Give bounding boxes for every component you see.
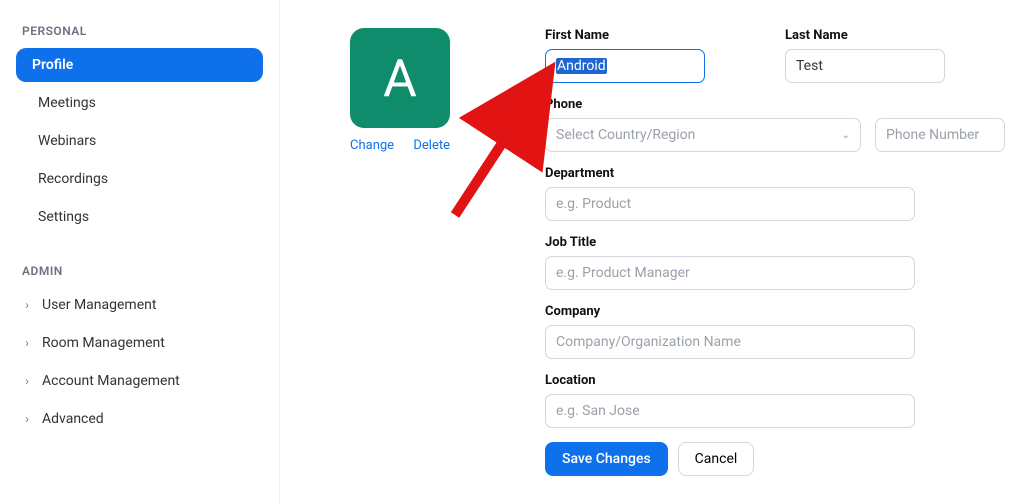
- sidebar-item-label: Settings: [38, 209, 89, 225]
- sidebar: PERSONAL Profile Meetings Webinars Recor…: [0, 0, 280, 504]
- sidebar-item-label: User Management: [42, 297, 156, 313]
- chevron-right-icon: ›: [20, 298, 34, 312]
- avatar-delete-link[interactable]: Delete: [413, 138, 450, 153]
- sidebar-item-advanced[interactable]: › Advanced: [16, 402, 263, 436]
- sidebar-item-label: Room Management: [42, 335, 165, 351]
- avatar-initial: A: [383, 48, 417, 109]
- last-name-field-wrap: Last Name: [785, 28, 1005, 83]
- sidebar-item-label: Webinars: [38, 133, 96, 149]
- save-changes-button[interactable]: Save Changes: [545, 442, 668, 476]
- sidebar-heading-admin: ADMIN: [22, 264, 257, 278]
- phone-number-input[interactable]: [875, 118, 1005, 152]
- first-name-field-wrap: First Name Android: [545, 28, 765, 83]
- sidebar-heading-personal: PERSONAL: [22, 24, 257, 38]
- avatar-section: A Change Delete: [350, 28, 460, 153]
- chevron-right-icon: ›: [20, 336, 34, 350]
- chevron-down-icon: ⌄: [842, 130, 850, 141]
- chevron-right-icon: ›: [20, 374, 34, 388]
- first-name-label: First Name: [545, 28, 765, 43]
- phone-label: Phone: [545, 97, 1005, 112]
- department-input[interactable]: [545, 187, 915, 221]
- sidebar-item-label: Advanced: [42, 411, 104, 427]
- sidebar-item-meetings[interactable]: Meetings: [16, 86, 263, 120]
- last-name-input[interactable]: [785, 49, 945, 83]
- sidebar-item-label: Account Management: [42, 373, 180, 389]
- job-title-input[interactable]: [545, 256, 915, 290]
- profile-form: First Name Android Last Name Phone Selec…: [545, 28, 1005, 476]
- sidebar-item-label: Recordings: [38, 171, 108, 187]
- first-name-input[interactable]: Android: [545, 49, 705, 83]
- sidebar-item-account-management[interactable]: › Account Management: [16, 364, 263, 398]
- department-label: Department: [545, 166, 1005, 181]
- chevron-right-icon: ›: [20, 412, 34, 426]
- avatar-change-link[interactable]: Change: [350, 138, 394, 153]
- phone-country-select[interactable]: Select Country/Region ⌄: [545, 118, 861, 152]
- phone-country-placeholder: Select Country/Region: [556, 127, 695, 143]
- avatar[interactable]: A: [350, 28, 450, 128]
- sidebar-item-label: Meetings: [38, 95, 96, 111]
- cancel-button[interactable]: Cancel: [678, 442, 755, 476]
- company-label: Company: [545, 304, 1005, 319]
- job-title-label: Job Title: [545, 235, 1005, 250]
- location-input[interactable]: [545, 394, 915, 428]
- last-name-label: Last Name: [785, 28, 1005, 43]
- sidebar-item-recordings[interactable]: Recordings: [16, 162, 263, 196]
- sidebar-item-settings[interactable]: Settings: [16, 200, 263, 234]
- location-label: Location: [545, 373, 1005, 388]
- sidebar-item-user-management[interactable]: › User Management: [16, 288, 263, 322]
- sidebar-item-label: Profile: [32, 57, 73, 73]
- sidebar-item-room-management[interactable]: › Room Management: [16, 326, 263, 360]
- sidebar-item-profile[interactable]: Profile: [16, 48, 263, 82]
- company-input[interactable]: [545, 325, 915, 359]
- first-name-value: Android: [556, 58, 607, 74]
- sidebar-item-webinars[interactable]: Webinars: [16, 124, 263, 158]
